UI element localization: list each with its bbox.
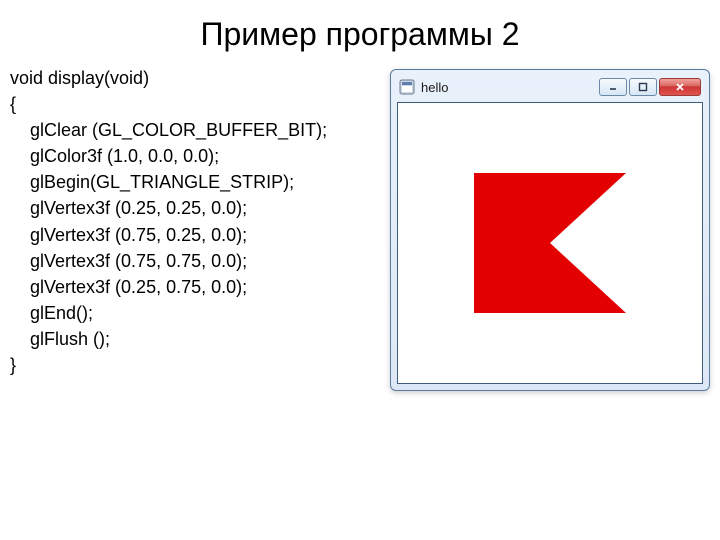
- page-title: Пример программы 2: [0, 0, 720, 65]
- window-title: hello: [421, 80, 599, 95]
- code-line: glVertex3f (0.75, 0.75, 0.0);: [10, 251, 247, 271]
- code-line: glClear (GL_COLOR_BUFFER_BIT);: [10, 120, 327, 140]
- code-line: glColor3f (1.0, 0.0, 0.0);: [10, 146, 219, 166]
- content-area: void display(void) { glClear (GL_COLOR_B…: [0, 65, 720, 391]
- app-icon: [399, 79, 415, 95]
- minimize-button[interactable]: [599, 78, 627, 96]
- code-line: void display(void): [10, 68, 149, 88]
- code-line: glFlush ();: [10, 329, 110, 349]
- code-line: glVertex3f (0.75, 0.25, 0.0);: [10, 225, 247, 245]
- rendered-shape: [474, 173, 626, 313]
- code-line: }: [10, 355, 16, 375]
- code-line: glVertex3f (0.25, 0.25, 0.0);: [10, 198, 247, 218]
- window-buttons: [599, 78, 701, 96]
- code-line: glEnd();: [10, 303, 93, 323]
- code-listing: void display(void) { glClear (GL_COLOR_B…: [10, 65, 384, 378]
- window-titlebar[interactable]: hello: [397, 76, 703, 102]
- window-client-area: [397, 102, 703, 384]
- output-window-wrap: hello: [390, 69, 710, 391]
- close-button[interactable]: [659, 78, 701, 96]
- maximize-button[interactable]: [629, 78, 657, 96]
- output-window: hello: [390, 69, 710, 391]
- triangle-strip-shape: [474, 173, 626, 313]
- code-line: {: [10, 94, 16, 114]
- code-line: glBegin(GL_TRIANGLE_STRIP);: [10, 172, 294, 192]
- code-line: glVertex3f (0.25, 0.75, 0.0);: [10, 277, 247, 297]
